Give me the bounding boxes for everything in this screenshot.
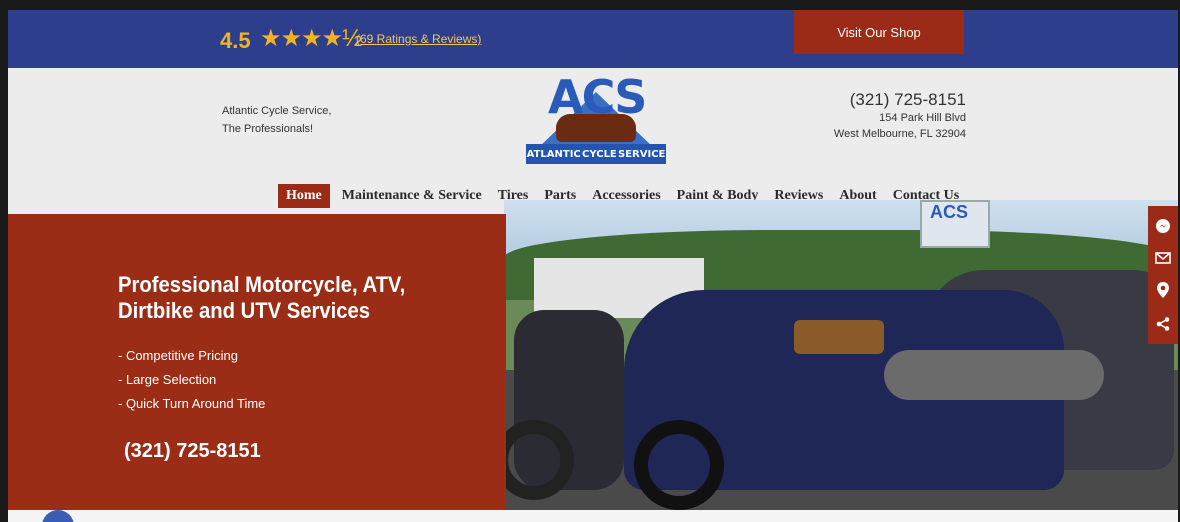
hero-phone[interactable]: (321) 725-8151 — [124, 440, 261, 463]
header-contact: (321) 725-8151 154 Park Hill Blvd West M… — [834, 90, 966, 142]
logo-band: ATLANTIC CYCLE SERVICE — [526, 144, 666, 164]
messenger-icon[interactable] — [1155, 218, 1171, 234]
star-rating-icon: ★★★★½ — [260, 25, 362, 52]
floating-contact-toolbar — [1148, 206, 1178, 344]
address-line-1: 154 Park Hill Blvd — [879, 112, 966, 124]
photo-wheel — [634, 420, 724, 510]
nav-item-home[interactable]: Home — [278, 184, 330, 208]
share-icon[interactable] — [1155, 316, 1171, 332]
address-line-2: West Melbourne, FL 32904 — [833, 128, 966, 140]
rating-value: 4.5 — [220, 28, 251, 53]
hero-motorcycles-photo: ACS — [504, 200, 1178, 510]
browser-viewport: 4.5 ★★★★½ (69 Ratings & Reviews) Visit O… — [8, 10, 1178, 522]
hero-bullet: - Large Selection — [118, 372, 217, 387]
hero-title-line-2: Dirtbike and UTV Services — [118, 298, 370, 323]
top-bar: 4.5 ★★★★½ (69 Ratings & Reviews) Visit O… — [8, 10, 1178, 68]
hero-bullet: - Competitive Pricing — [118, 348, 238, 363]
tagline: Atlantic Cycle Service, The Professional… — [222, 102, 331, 138]
email-icon[interactable] — [1155, 251, 1171, 265]
location-pin-icon[interactable] — [1156, 281, 1170, 299]
tagline-line-2: The Professionals! — [222, 123, 314, 135]
hero-panel: Professional Motorcycle, ATV, Dirtbike a… — [8, 214, 506, 510]
photo-sign-text: ACS — [930, 202, 969, 222]
nav-item-maintenance-service[interactable]: Maintenance & Service — [338, 184, 486, 208]
hero-title-line-1: Professional Motorcycle, ATV, — [118, 272, 406, 297]
photo-bike-seat — [884, 350, 1104, 400]
site-logo[interactable]: ACS ATLANTIC CYCLE SERVICE — [526, 70, 666, 168]
photo-shop-sign: ACS — [920, 200, 990, 248]
hero-title: Professional Motorcycle, ATV, Dirtbike a… — [118, 272, 431, 324]
logo-band-word: SERVICE — [618, 148, 666, 160]
hero-section: ACS Professional Motorcycle, ATV, Dirtbi… — [8, 200, 1178, 522]
reviews-link[interactable]: (69 Ratings & Reviews) — [356, 32, 481, 46]
logo-text: ACS — [548, 70, 647, 124]
logo-band-word: ATLANTIC — [526, 148, 581, 160]
visit-shop-button[interactable]: Visit Our Shop — [794, 10, 964, 54]
logo-band-word: CYCLE — [582, 148, 617, 160]
photo-bike-trim — [794, 320, 884, 354]
header-phone[interactable]: (321) 725-8151 — [834, 90, 966, 110]
hero-bullet: - Quick Turn Around Time — [118, 396, 266, 411]
hero-bullets: - Competitive Pricing - Large Selection … — [118, 344, 265, 416]
tagline-line-1: Atlantic Cycle Service, — [222, 105, 332, 117]
